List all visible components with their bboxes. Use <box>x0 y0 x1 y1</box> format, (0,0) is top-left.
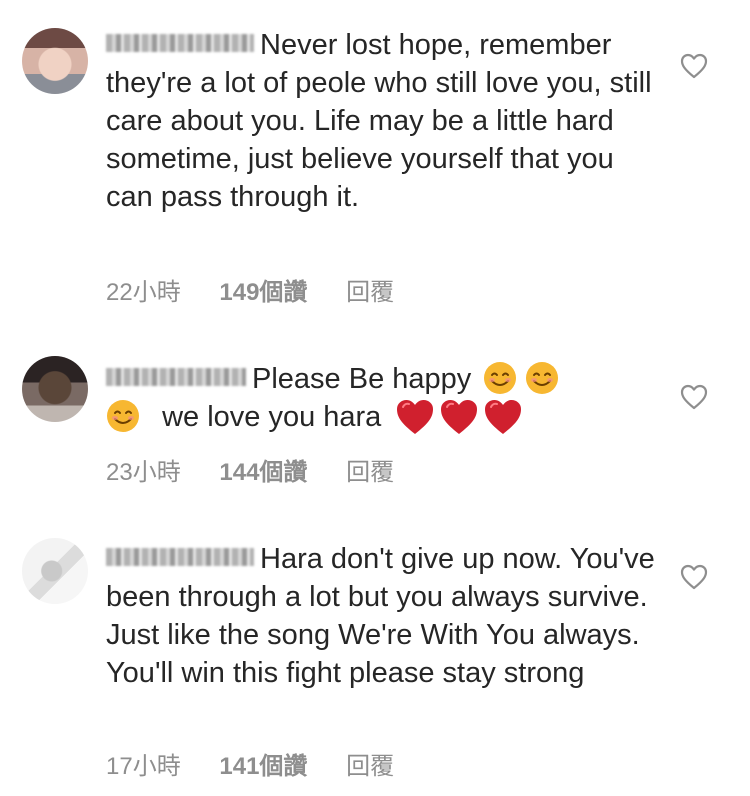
smiling-face-emoji-icon <box>526 362 559 394</box>
red-heart-emoji-icon <box>485 400 522 434</box>
comment-text: Never lost hope, remember they're a lot … <box>106 29 652 213</box>
like-count[interactable]: 141個讚 <box>219 746 307 781</box>
reply-button[interactable]: 回覆 <box>346 452 394 487</box>
avatar[interactable] <box>22 28 88 94</box>
red-heart-emoji-icon <box>397 400 434 434</box>
avatar[interactable] <box>22 356 88 422</box>
comment-time: 17小時 <box>106 753 181 780</box>
heart-outline-icon[interactable] <box>680 53 708 79</box>
comment-time: 22小時 <box>106 279 181 306</box>
comment-text: Please Be happy we love you hara <box>106 360 666 436</box>
comment-meta: 22小時 149個讚 回覆 <box>106 272 394 307</box>
smiling-face-emoji-icon <box>107 400 139 432</box>
username-blurred[interactable] <box>106 368 246 386</box>
like-count[interactable]: 149個讚 <box>219 272 307 307</box>
avatar[interactable] <box>22 538 88 604</box>
reply-button[interactable]: 回覆 <box>346 746 394 781</box>
reply-button[interactable]: 回覆 <box>346 272 394 307</box>
username-blurred[interactable] <box>106 34 254 52</box>
heart-outline-icon[interactable] <box>680 564 708 590</box>
comment-meta: 23小時 144個讚 回覆 <box>106 452 394 487</box>
red-heart-emoji-icon <box>441 400 478 434</box>
comment-time: 23小時 <box>106 459 181 486</box>
like-count[interactable]: 144個讚 <box>219 452 307 487</box>
heart-outline-icon[interactable] <box>680 384 708 410</box>
username-blurred[interactable] <box>106 548 254 566</box>
comment-meta: 17小時 141個讚 回覆 <box>106 746 394 781</box>
smiling-face-emoji-icon <box>484 362 517 394</box>
comment-text: Hara don't give up now. You've been thro… <box>106 543 655 689</box>
